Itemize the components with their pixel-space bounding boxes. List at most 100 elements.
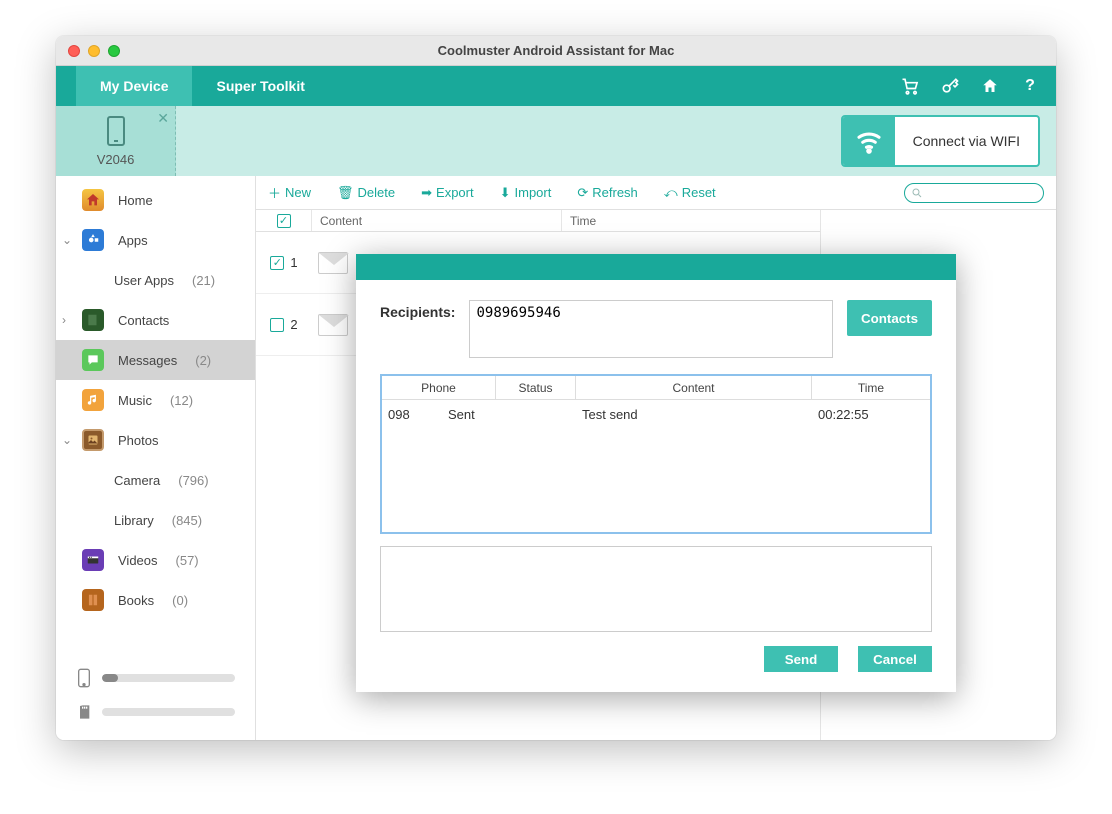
sidebar-messages-label: Messages	[118, 353, 177, 368]
status-phone: 098	[382, 400, 442, 428]
sidebar-item-contacts[interactable]: › Contacts	[56, 300, 255, 340]
col-phone[interactable]: Phone	[382, 376, 496, 399]
sidebar-camera-label: Camera	[114, 473, 160, 488]
header-content-col[interactable]: Content	[312, 210, 562, 231]
toolbar-refresh-button[interactable]: ⟳Refresh	[577, 185, 637, 201]
toolbar-import-button[interactable]: ⬇Import	[500, 185, 552, 201]
tab-my-device[interactable]: My Device	[76, 66, 192, 106]
status-row[interactable]: 098 Sent Test send 00:22:55	[382, 400, 930, 428]
toolbar-refresh-label: Refresh	[592, 185, 638, 200]
chevron-right-icon[interactable]: ›	[62, 313, 66, 327]
sidebar-videos-label: Videos	[118, 553, 158, 568]
search-icon	[911, 187, 923, 199]
sidebar-item-videos[interactable]: Videos (57)	[56, 540, 255, 580]
toolbar-delete-button[interactable]: 🗑Delete	[337, 185, 395, 201]
device-tile[interactable]: ✕ V2046	[56, 106, 176, 176]
sidebar-item-library[interactable]: Library (845)	[56, 500, 255, 540]
help-icon[interactable]: ?	[1020, 76, 1040, 96]
cart-icon[interactable]	[900, 76, 920, 96]
recipients-input[interactable]	[469, 300, 833, 358]
home-icon[interactable]	[980, 76, 1000, 96]
sd-storage-icon	[76, 704, 92, 720]
compose-textarea[interactable]	[380, 546, 932, 632]
sidebar-user-apps-label: User Apps	[114, 273, 174, 288]
col-status[interactable]: Status	[496, 376, 576, 399]
dialog-titlebar[interactable]	[356, 254, 956, 280]
contacts-icon	[82, 309, 104, 331]
messages-count: (2)	[195, 353, 211, 368]
user-apps-count: (21)	[192, 273, 215, 288]
status-status: Sent	[442, 400, 576, 428]
videos-icon	[82, 549, 104, 571]
toolbar-reset-label: Reset	[682, 185, 716, 200]
row-number: 1	[290, 255, 297, 270]
chevron-down-icon[interactable]: ⌄	[62, 233, 72, 247]
sidebar-photos-label: Photos	[118, 433, 158, 448]
cancel-button[interactable]: Cancel	[858, 646, 932, 672]
sidebar-books-label: Books	[118, 593, 154, 608]
sidebar-apps-label: Apps	[118, 233, 148, 248]
toolbar-reset-button[interactable]: ⤺Reset	[664, 185, 716, 201]
sidebar-contacts-label: Contacts	[118, 313, 169, 328]
toolbar-export-button[interactable]: ➡Export	[421, 185, 473, 201]
trash-icon: 🗑	[337, 185, 354, 201]
connect-wifi-button[interactable]: Connect via WIFI	[841, 115, 1040, 167]
sidebar-item-music[interactable]: Music (12)	[56, 380, 255, 420]
sidebar-item-photos[interactable]: ⌄ Photos	[56, 420, 255, 460]
tab-super-toolkit[interactable]: Super Toolkit	[192, 66, 328, 106]
status-time: 00:22:55	[812, 400, 930, 428]
window-controls	[56, 45, 120, 57]
sd-storage-bar	[102, 708, 235, 716]
titlebar: Coolmuster Android Assistant for Mac	[56, 36, 1056, 66]
window-maximize-button[interactable]	[108, 45, 120, 57]
videos-count: (57)	[176, 553, 199, 568]
main-tabbar: My Device Super Toolkit ?	[56, 66, 1056, 106]
sidebar-item-messages[interactable]: Messages (2)	[56, 340, 255, 380]
sidebar-item-home[interactable]: Home	[56, 180, 255, 220]
wifi-icon	[843, 117, 895, 165]
chevron-down-icon[interactable]: ⌄	[62, 433, 72, 447]
contacts-button[interactable]: Contacts	[847, 300, 932, 336]
connect-wifi-label: Connect via WIFI	[895, 133, 1038, 149]
window-title: Coolmuster Android Assistant for Mac	[56, 43, 1056, 58]
internal-storage-bar	[102, 674, 235, 682]
sidebar-item-user-apps[interactable]: User Apps (21)	[56, 260, 255, 300]
status-content: Test send	[576, 400, 812, 428]
search-input[interactable]	[904, 183, 1044, 203]
storage-section	[56, 642, 255, 740]
recipients-label: Recipients:	[380, 300, 455, 320]
window-minimize-button[interactable]	[88, 45, 100, 57]
row-number: 2	[290, 317, 297, 332]
sidebar-item-books[interactable]: Books (0)	[56, 580, 255, 620]
toolbar-new-button[interactable]: ＋New	[268, 183, 311, 202]
header-checkbox-col	[256, 210, 312, 231]
envelope-icon	[318, 252, 348, 274]
send-button[interactable]: Send	[764, 646, 838, 672]
window-close-button[interactable]	[68, 45, 80, 57]
key-icon[interactable]	[940, 76, 960, 96]
row-checkbox[interactable]	[270, 318, 284, 332]
col-content[interactable]: Content	[576, 376, 812, 399]
sidebar-item-apps[interactable]: ⌄ Apps	[56, 220, 255, 260]
music-icon	[82, 389, 104, 411]
toolbar-export-label: Export	[436, 185, 474, 200]
library-count: (845)	[172, 513, 202, 528]
sent-status-grid: Phone Status Content Time 098 Sent Test …	[380, 374, 932, 534]
sidebar-home-label: Home	[118, 193, 153, 208]
messages-icon	[82, 349, 104, 371]
home-sidebar-icon	[82, 189, 104, 211]
select-all-checkbox[interactable]	[277, 214, 291, 228]
photos-icon	[82, 429, 104, 451]
sidebar: Home ⌄ Apps User Apps (21) › Contacts	[56, 176, 256, 740]
close-device-icon[interactable]: ✕	[157, 110, 169, 127]
sidebar-library-label: Library	[114, 513, 154, 528]
envelope-icon	[318, 314, 348, 336]
sidebar-item-camera[interactable]: Camera (796)	[56, 460, 255, 500]
app-window: Coolmuster Android Assistant for Mac My …	[56, 36, 1056, 740]
col-time[interactable]: Time	[812, 376, 930, 399]
send-sms-dialog: Recipients: Contacts Phone Status Conten…	[356, 254, 956, 692]
row-checkbox[interactable]	[270, 256, 284, 270]
music-count: (12)	[170, 393, 193, 408]
books-count: (0)	[172, 593, 188, 608]
device-strip: ✕ V2046 Connect via WIFI	[56, 106, 1056, 176]
